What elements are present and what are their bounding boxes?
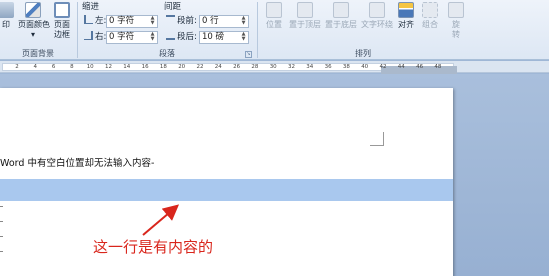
paragraph-dialog-launcher-icon[interactable]: ↘: [245, 51, 252, 58]
ruler-number: 26: [233, 64, 241, 70]
spacing-after-label: 段后:: [166, 30, 197, 44]
ruler-track: 2 4 6 8 10 12 14 16 18 20 22 24 26 28 30 32 34 36 38 40 42 44…: [2, 63, 457, 74]
spacing-before-icon: [166, 15, 175, 24]
annotation-text: 这一行是有内容的: [93, 238, 214, 256]
arrange-group-label: 排列: [355, 49, 371, 58]
print-icon: [0, 2, 14, 18]
ruler-number: 4: [33, 64, 38, 70]
paragraph-group-label: 段落: [159, 49, 175, 58]
ruler-number: 16: [141, 64, 149, 70]
ruler-number: 48: [434, 64, 442, 70]
group-button[interactable]: 组合: [418, 2, 442, 46]
ruler-number: 44: [397, 64, 405, 70]
ruler-number: 34: [306, 64, 314, 70]
ruler-number: 14: [123, 64, 131, 70]
spinner-arrows-icon[interactable]: ▲ ▼: [149, 32, 156, 43]
page-color-button[interactable]: 页面颜色 ▾: [18, 2, 50, 46]
ruler-number: 20: [178, 64, 186, 70]
send-back-icon: [333, 2, 349, 18]
ruler-number: 24: [214, 64, 222, 70]
annotation-arrow: [142, 204, 180, 236]
spinner-arrows-icon[interactable]: ▲ ▼: [240, 16, 247, 27]
ruler-number: 22: [196, 64, 204, 70]
ruler-number: 46: [416, 64, 424, 70]
indent-right-label: 右:: [84, 30, 106, 44]
ruler-number: 36: [324, 64, 332, 70]
group-icon: [422, 2, 438, 18]
ruler-number: 38: [342, 64, 350, 70]
text-wrap-button[interactable]: 文字环绕: [360, 2, 394, 46]
position-button[interactable]: 位置: [260, 2, 288, 46]
ruler-number: 42: [379, 64, 387, 70]
spacing-header: 间距: [164, 2, 182, 12]
page-background-group-label: 页面背景: [22, 49, 54, 58]
indent-right-input[interactable]: 0 字符 ▲ ▼: [106, 31, 158, 44]
ruler-number: 28: [251, 64, 259, 70]
ruler-number: 2: [15, 64, 19, 70]
align-button[interactable]: 对齐: [394, 2, 418, 46]
ruler-number: 12: [105, 64, 112, 70]
indent-left-label: 左:: [84, 14, 106, 28]
position-icon: [266, 2, 282, 18]
spacing-after-input[interactable]: 10 磅 ▲ ▼: [199, 31, 249, 44]
spacing-after-icon: [166, 31, 175, 40]
arrange-group: 位置 置于顶层 置于底层 文字环绕 对齐 组合 旋 转 排列: [258, 0, 468, 60]
ruler-number: 30: [269, 64, 277, 70]
ruler-number: 40: [361, 64, 369, 70]
spinner-arrows-icon[interactable]: ▲ ▼: [240, 32, 247, 43]
indent-left-icon: [84, 15, 93, 24]
page-color-icon: [25, 2, 41, 18]
horizontal-ruler[interactable]: 2 4 6 8 10 12 14 16 18 20 22 24 26 28 30 32 34 36 38 40 42 44…: [0, 61, 549, 74]
page-border-button[interactable]: 页面 边框: [48, 2, 76, 46]
ruler-number: 6: [51, 64, 56, 70]
align-icon: [398, 2, 414, 18]
document-workspace: Word 中有空白位置却无法输入内容- 这一行是有内容的: [0, 74, 549, 276]
rotate-button[interactable]: 旋 转: [444, 2, 468, 46]
ruler-number: 32: [288, 64, 295, 70]
document-page[interactable]: Word 中有空白位置却无法输入内容- 这一行是有内容的: [0, 88, 453, 276]
indent-left-input[interactable]: 0 字符 ▲ ▼: [106, 15, 158, 28]
spinner-arrows-icon[interactable]: ▲ ▼: [149, 16, 156, 27]
print-button[interactable]: 印: [0, 2, 20, 46]
ruler-number: 18: [159, 64, 167, 70]
spacing-before-input[interactable]: 0 行 ▲ ▼: [199, 15, 249, 28]
ruler-number: 8: [70, 64, 74, 70]
ruler-number: 10: [86, 64, 94, 70]
page-border-icon: [54, 2, 70, 18]
send-back-button[interactable]: 置于底层: [324, 2, 358, 46]
paragraph-group: 缩进 间距 左: 0 字符 ▲ ▼ 右: 0 字符 ▲ ▼ 段前: 0 行 ▲ ▼ 段…: [78, 0, 256, 60]
text-wrap-icon: [369, 2, 385, 18]
rotate-icon: [448, 2, 464, 18]
ribbon: 印 页面颜色 ▾ 页面 边框 页面背景 缩进 间距 左: 0 字符 ▲ ▼ 右: …: [0, 0, 549, 60]
bring-front-icon: [297, 2, 313, 18]
bring-front-button[interactable]: 置于顶层: [288, 2, 322, 46]
indent-right-icon: [84, 31, 93, 40]
spacing-before-label: 段前:: [166, 14, 197, 28]
indent-header: 缩进: [82, 2, 100, 12]
page-background-group: 印 页面颜色 ▾ 页面 边框 页面背景: [0, 0, 76, 60]
